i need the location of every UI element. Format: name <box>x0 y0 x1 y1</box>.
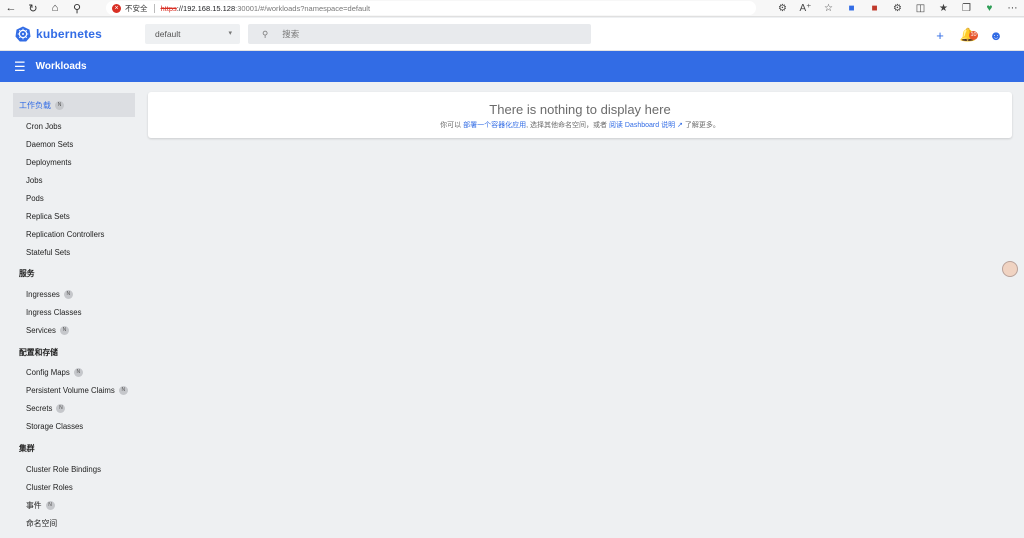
sidebar-item-storage-classes[interactable]: Storage Classes <box>26 420 83 432</box>
sidebar-item-secrets[interactable]: Secrets N <box>26 402 66 414</box>
sidebar-category-config-storage[interactable]: 配置和存储 <box>19 346 58 358</box>
collections-icon[interactable]: ❐ <box>955 0 978 17</box>
refresh-icon[interactable]: ↻ <box>22 0 44 17</box>
search-input[interactable]: ⚲ 搜索 <box>248 24 591 44</box>
namespaced-badge: N <box>56 403 66 413</box>
insecure-label: 不安全 <box>125 3 148 13</box>
sidebar-item-config-maps[interactable]: Config Maps N <box>26 366 83 378</box>
home-icon[interactable]: ⌂ <box>44 0 66 17</box>
insecure-warning-icon: × <box>112 3 121 13</box>
search-icon: ⚲ <box>262 28 269 39</box>
split-screen-icon[interactable]: ◫ <box>909 0 932 17</box>
namespace-selector[interactable]: default ▾ <box>145 24 240 44</box>
brand-logo[interactable]: kubernetes <box>15 26 102 42</box>
divider <box>153 3 155 13</box>
sidebar-item-label: Persistent Volume Claims <box>26 385 115 395</box>
floating-assistant-avatar-icon[interactable] <box>1002 261 1018 277</box>
sidebar-item-label: 事件 <box>26 500 42 510</box>
sidebar-category-services[interactable]: 服务 <box>19 267 35 279</box>
sidebar-item-events[interactable]: 事件 N <box>26 499 55 511</box>
sidebar-item-jobs[interactable]: Jobs <box>26 174 42 186</box>
caret-down-icon: ▾ <box>228 30 232 37</box>
sidebar-item-replication-controllers[interactable]: Replication Controllers <box>26 228 104 240</box>
url-path: :30001/#/workloads?namespace=default <box>235 3 371 13</box>
sidebar-item-persistent-volume-claims[interactable]: Persistent Volume Claims N <box>26 384 128 396</box>
desc-middle: , 选择其他命名空间，或者 <box>526 122 609 129</box>
back-arrow-icon[interactable]: ← <box>0 0 22 17</box>
sidebar-item-label: 工作负载 <box>19 100 51 110</box>
search-icon[interactable]: ⚲ <box>66 0 88 17</box>
read-aloud-icon[interactable]: A⁺ <box>794 0 817 17</box>
namespaced-badge: N <box>73 367 83 377</box>
more-menu-icon[interactable]: ⋯ <box>1001 0 1024 17</box>
extensions-puzzle-icon[interactable]: ⚙ <box>886 0 909 17</box>
notifications-bell-icon[interactable]: 🔔 10 <box>954 27 982 43</box>
namespaced-badge: N <box>59 325 69 335</box>
browser-toolbar: ← ↻ ⌂ ⚲ × 不安全 https://192.168.15.128:300… <box>0 0 1024 17</box>
create-plus-button[interactable]: + <box>926 27 954 43</box>
favorite-star-icon[interactable]: ☆ <box>817 0 840 17</box>
desc-suffix: 了解更多。 <box>682 122 720 129</box>
notification-count-badge: 10 <box>969 31 978 40</box>
sidebar-item-label: Services <box>26 325 56 335</box>
sidebar-item-cron-jobs[interactable]: Cron Jobs <box>26 120 62 132</box>
deploy-app-link[interactable]: 部署一个容器化应用 <box>463 122 526 129</box>
favorites-icon[interactable]: ★ <box>932 0 955 17</box>
kubernetes-helm-icon <box>15 26 31 42</box>
namespace-value: default <box>155 29 181 39</box>
namespaced-badge: N <box>63 289 73 299</box>
sidebar-item-services[interactable]: Services N <box>26 324 69 336</box>
namespaced-badge: N <box>45 500 55 510</box>
desc-prefix: 你可以 <box>440 122 464 129</box>
sidebar-item-ingresses[interactable]: Ingresses N <box>26 288 73 300</box>
sidebar-item-replica-sets[interactable]: Replica Sets <box>26 210 70 222</box>
namespaced-badge: N <box>55 100 64 110</box>
sidebar-nav: 工作负载 N Cron Jobs Daemon Sets Deployments… <box>0 82 143 538</box>
sidebar-item-cluster-roles[interactable]: Cluster Roles <box>26 481 73 493</box>
browser-essentials-icon[interactable]: ♥ <box>978 0 1001 17</box>
tracking-icon[interactable]: ⚙ <box>771 0 794 17</box>
sidebar-item-daemon-sets[interactable]: Daemon Sets <box>26 138 73 150</box>
brand-name: kubernetes <box>36 27 103 41</box>
account-avatar-icon[interactable]: ☻ <box>982 27 1010 43</box>
app-header: kubernetes default ▾ ⚲ 搜索 + 🔔 10 ☻ <box>0 18 1024 51</box>
sidebar-category-cluster[interactable]: 集群 <box>19 442 35 454</box>
url-host: ://192.168.15.128 <box>176 3 236 13</box>
hamburger-menu-icon[interactable]: ☰ <box>14 59 26 75</box>
read-docs-link[interactable]: 阅读 Dashboard 说明 <box>609 122 675 129</box>
sidebar-item-label: Secrets <box>26 403 53 413</box>
page-title: Workloads <box>35 61 87 72</box>
empty-state-card: There is nothing to display here 你可以 部署一… <box>148 92 1012 138</box>
sidebar-item-namespaces[interactable]: 命名空间 <box>26 517 57 529</box>
sidebar-item-workloads[interactable]: 工作负载 N <box>13 93 135 117</box>
url-scheme: https <box>160 3 177 13</box>
page-toolbar: ☰ Workloads <box>0 51 1024 82</box>
sidebar-item-deployments[interactable]: Deployments <box>26 156 72 168</box>
sidebar-item-ingress-classes[interactable]: Ingress Classes <box>26 306 81 318</box>
extension-red-icon[interactable]: ■ <box>863 0 886 17</box>
sidebar-item-cluster-role-bindings[interactable]: Cluster Role Bindings <box>26 463 101 475</box>
empty-state-description: 你可以 部署一个容器化应用, 选择其他命名空间，或者 阅读 Dashboard … <box>148 120 1012 130</box>
sidebar-item-pods[interactable]: Pods <box>26 192 44 204</box>
sidebar-item-label: Config Maps <box>26 367 70 377</box>
address-bar[interactable]: × 不安全 https://192.168.15.128:30001/#/wor… <box>106 1 756 15</box>
sidebar-item-stateful-sets[interactable]: Stateful Sets <box>26 246 70 258</box>
sidebar-item-label: Ingresses <box>26 289 60 299</box>
extension-blue-icon[interactable]: ■ <box>840 0 863 17</box>
empty-state-title: There is nothing to display here <box>489 102 671 117</box>
search-placeholder: 搜索 <box>282 29 300 39</box>
namespaced-badge: N <box>118 385 128 395</box>
